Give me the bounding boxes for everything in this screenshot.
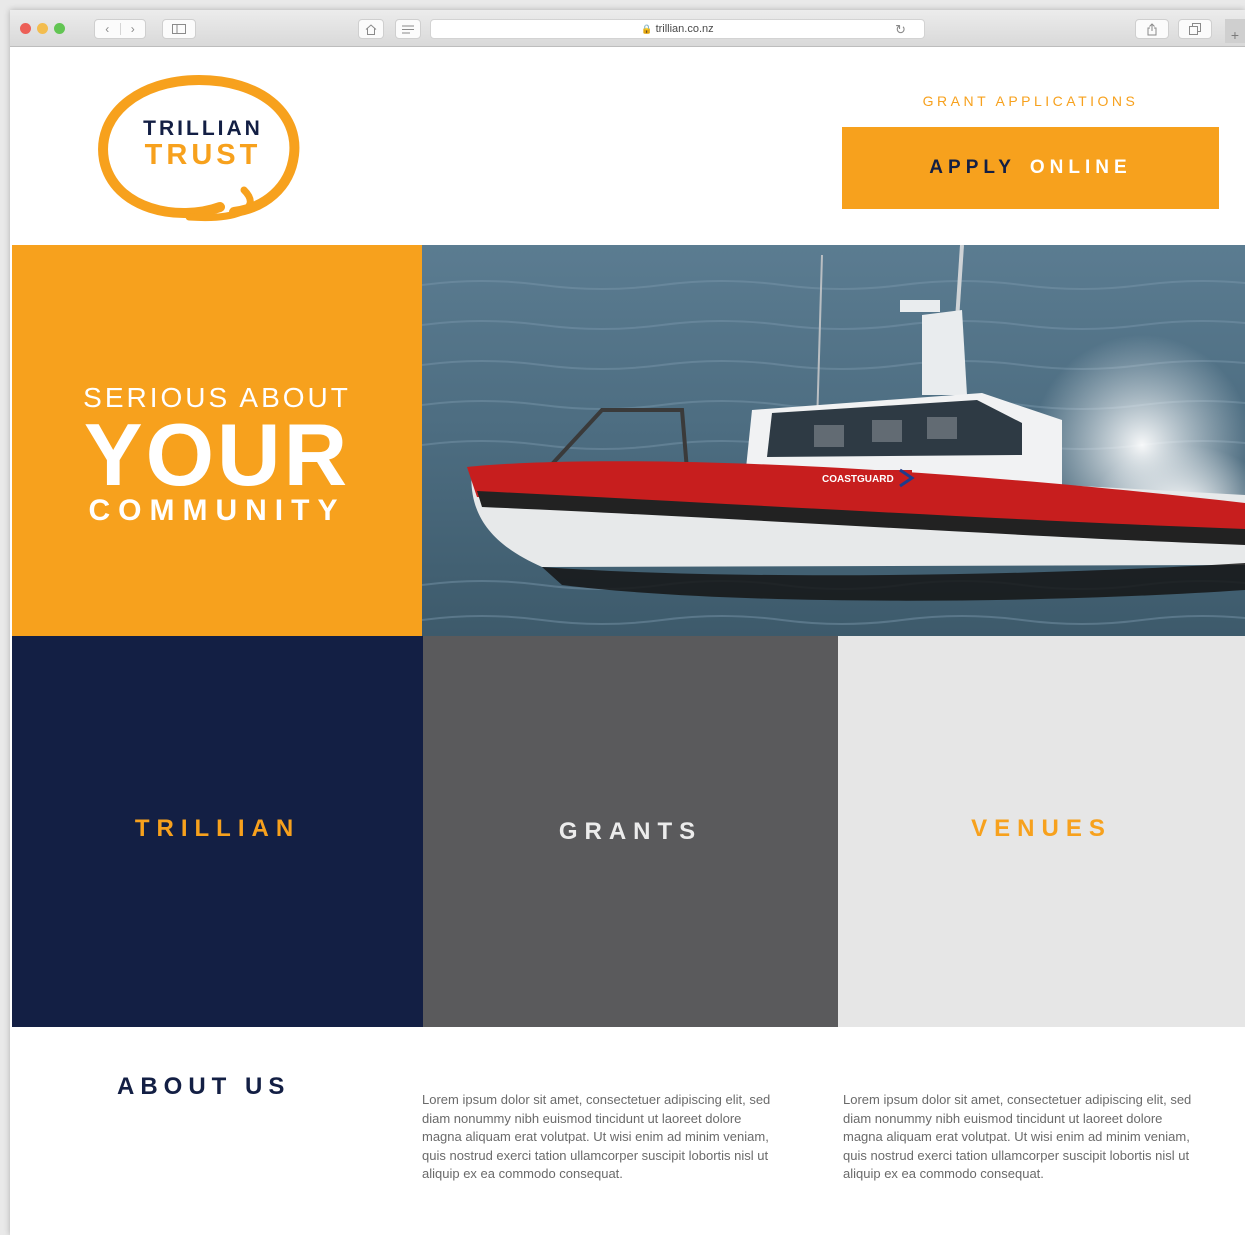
boat-label: COASTGUARD [822,474,894,485]
sidebar-icon [172,24,186,34]
logo-text-trust: TRUST [144,139,262,171]
home-icon [365,23,377,35]
reader-button[interactable] [395,19,421,39]
coastguard-boat-photo: COASTGUARD [422,245,1245,636]
home-button[interactable] [358,19,384,39]
url-text: trillian.co.nz [655,23,714,35]
tile-venues[interactable]: VENUES [838,636,1245,1027]
browser-window: ‹ › 🔒 trillian.co.nz ↻ + TRILLIAN TRUST … [10,10,1245,1235]
share-icon [1147,22,1157,35]
apply-label-word1: APPLY [929,157,1016,178]
about-paragraph-1: Lorem ipsum dolor sit amet, consectetuer… [422,1092,771,1181]
share-button[interactable] [1135,19,1169,39]
hero-tagline-main: YOUR [83,405,351,504]
lock-icon: 🔒 [641,23,653,34]
sidebar-button[interactable] [162,19,196,39]
about-heading: ABOUT US [117,1073,291,1100]
apply-label-word2: ONLINE [1029,157,1132,178]
tabs-button[interactable] [1178,19,1212,39]
tile-trillian[interactable]: TRILLIAN [12,636,423,1027]
chevron-left-icon[interactable]: ‹ [95,23,120,35]
browser-toolbar: ‹ › 🔒 trillian.co.nz ↻ + [10,10,1245,47]
reload-icon[interactable]: ↻ [895,22,906,38]
chevron-right-icon[interactable]: › [119,23,146,35]
apply-online-button[interactable]: APPLY ONLINE [842,127,1219,209]
hero-panel: SERIOUS ABOUT YOUR COMMUNITY [12,245,422,636]
grant-applications-link[interactable]: GRANT APPLICATIONS [842,93,1219,109]
reader-icon [402,25,414,33]
hero-tagline-bottom: COMMUNITY [88,494,346,527]
zoom-window-button[interactable] [54,23,65,34]
close-window-button[interactable] [20,23,31,34]
nav-buttons: ‹ › [94,19,146,39]
hero-image: COASTGUARD [422,245,1245,636]
tile-grants[interactable]: GRANTS [423,636,838,1027]
address-bar[interactable]: 🔒 trillian.co.nz ↻ [430,19,925,39]
about-paragraph-2: Lorem ipsum dolor sit amet, consectetuer… [843,1092,1192,1181]
tabs-icon [1189,23,1201,35]
minimize-window-button[interactable] [37,23,48,34]
logo-text-trillian: TRILLIAN [143,117,263,140]
plus-icon[interactable]: + [1225,19,1245,43]
